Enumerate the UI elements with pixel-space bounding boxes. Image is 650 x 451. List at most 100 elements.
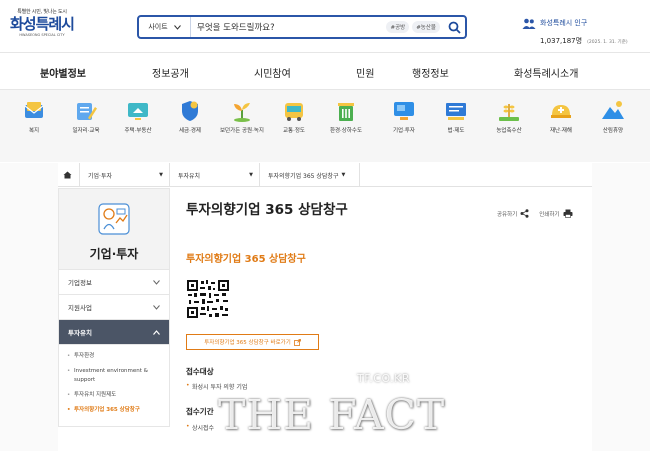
shield-icon	[182, 101, 198, 121]
section-title-period: 접수기간	[186, 407, 214, 416]
category-label: 일자리·교육	[72, 128, 100, 134]
sidebar-submenu: 투자환경 Investment environment & support 투자…	[59, 345, 169, 426]
business-icon	[98, 203, 130, 235]
share-button[interactable]: 공유하기	[497, 209, 529, 218]
category-agriculture[interactable]: 농업축수산	[483, 98, 535, 135]
category-label: 주택·부동산	[124, 128, 152, 134]
search-bar: 사이트 무엇을 도와드릴까요? #공방 #농산물	[137, 15, 467, 39]
link-button-label: 투자의향기업 365 상담창구 바로가기	[204, 340, 291, 346]
sidebar-item-investment[interactable]: 투자유치	[59, 320, 169, 345]
category-label: 교통·정도	[283, 128, 305, 134]
nav-info-disclosure[interactable]: 정보공개	[152, 65, 189, 80]
submenu-item-active[interactable]: 투자의향기업 365 상담창구	[67, 405, 161, 416]
category-tax[interactable]: 세금·경제	[164, 98, 216, 135]
sprout-icon	[234, 103, 250, 122]
submenu-item[interactable]: Investment environment & support	[67, 366, 161, 386]
chevron-up-icon	[153, 329, 160, 335]
home-button[interactable]	[58, 163, 80, 187]
nav-participation[interactable]: 시민참여	[254, 65, 291, 80]
search-scope-select[interactable]: 사이트	[139, 17, 191, 37]
right-margin	[592, 163, 650, 451]
printer-icon	[563, 209, 572, 218]
category-parks[interactable]: 보던가든 공원·녹지	[216, 98, 268, 135]
breadcrumb-level-2[interactable]: 투자유치 ▼	[170, 163, 260, 187]
category-business[interactable]: 기업·투자	[378, 98, 430, 135]
category-welfare[interactable]: 복지	[8, 98, 60, 135]
submenu-item[interactable]: 투자유치 지원제도	[67, 390, 161, 401]
page-tools: 공유하기 인쇄하기	[497, 209, 573, 218]
city-logo[interactable]: 특별한 시민, 빛나는 도시 화성특례시 HWASEONG SPECIAL CI…	[6, 8, 78, 44]
population-date: (2025. 1. 31. 기준)	[587, 40, 628, 45]
search-input[interactable]: 무엇을 도와드릴까요?	[191, 21, 386, 33]
left-margin	[0, 163, 58, 451]
mountain-icon	[602, 101, 624, 119]
watermark-domain: TF.CO.KR	[357, 372, 411, 385]
helmet-icon	[551, 105, 571, 118]
category-label: 산림휴양	[602, 128, 624, 134]
sidebar: 기업·투자 기업정보 지원사업 투자유치 투자환경 Investment env…	[58, 188, 170, 451]
category-label: 법·제도	[447, 128, 465, 134]
category-label: 세금·경제	[179, 128, 201, 134]
home-icon	[63, 171, 72, 179]
nav-administration[interactable]: 행정정보	[412, 65, 449, 80]
section-item-period: 상시접수	[186, 423, 214, 432]
consultation-link-button[interactable]: 투자의향기업 365 상담창구 바로가기	[186, 334, 319, 350]
nav-city-intro[interactable]: 화성특례시소개	[514, 65, 578, 80]
sidebar-item-company-info[interactable]: 기업정보	[59, 270, 169, 295]
external-link-icon	[293, 338, 301, 346]
search-icon	[448, 21, 461, 34]
watermark-logo: THE FACT	[218, 391, 446, 439]
category-band: 복지 일자리·교육 주택·부동산 세금·경제 보던가든 공원·녹지 교통·정도 …	[0, 90, 650, 162]
population-label: 화성특례시 인구	[540, 19, 588, 27]
main-nav: 분야별정보 정보공개 시민참여 민원 행정정보 화성특례시소개	[0, 52, 650, 90]
page: 특별한 시민, 빛나는 도시 화성특례시 HWASEONG SPECIAL CI…	[0, 0, 650, 451]
search-chip[interactable]: #공방	[386, 21, 410, 33]
monitor-icon	[128, 103, 148, 120]
print-button[interactable]: 인쇄하기	[539, 209, 572, 218]
header: 특별한 시민, 빛나는 도시 화성특례시 HWASEONG SPECIAL CI…	[0, 0, 650, 52]
category-environment[interactable]: 환경·상하수도	[320, 98, 372, 135]
chevron-down-icon	[153, 279, 160, 285]
category-forest[interactable]: 산림휴양	[587, 98, 639, 135]
category-label: 기업·투자	[393, 128, 415, 134]
board-icon	[446, 103, 466, 120]
category-disaster[interactable]: 재난·재해	[535, 98, 587, 135]
category-jobs[interactable]: 일자리·교육	[60, 98, 112, 135]
breadcrumb-label: 기업·투자	[88, 172, 112, 180]
display-icon	[394, 102, 414, 120]
sidebar-title: 기업·투자	[89, 247, 139, 261]
logo-tagline: 특별한 시민, 빛나는 도시	[17, 9, 67, 15]
sidebar-item-label: 투자유치	[68, 329, 92, 337]
category-label: 환경·상하수도	[329, 128, 363, 134]
logo-name: 화성특례시	[9, 15, 75, 33]
caret-down-icon: ▼	[249, 172, 253, 178]
population-value: 1,037,187명	[540, 37, 583, 45]
trash-icon	[338, 103, 354, 121]
category-label: 재난·재해	[550, 128, 572, 134]
print-label: 인쇄하기	[539, 211, 560, 218]
breadcrumb: 기업·투자 ▼ 투자유치 ▼ 투자의향기업 365 상담창구 ▼	[58, 163, 592, 187]
wheat-icon	[499, 104, 519, 121]
nav-field-info[interactable]: 분야별정보	[40, 65, 86, 80]
population-info: 화성특례시 인구 1,037,187명 (2025. 1. 31. 기준)	[522, 18, 628, 47]
submenu-item[interactable]: 투자환경	[67, 351, 161, 362]
share-icon	[520, 209, 529, 218]
category-transport[interactable]: 교통·정도	[268, 98, 320, 135]
sidebar-item-support[interactable]: 지원사업	[59, 295, 169, 320]
category-law[interactable]: 법·제도	[430, 98, 482, 135]
qr-code[interactable]	[186, 279, 230, 319]
nav-civil-service[interactable]: 민원	[356, 65, 374, 80]
sidebar-menu: 기업정보 지원사업 투자유치 투자환경 Investment environme…	[58, 270, 170, 427]
caret-down-icon: ▼	[341, 172, 346, 178]
category-label: 보던가든 공원·녹지	[220, 128, 264, 134]
pencil-icon	[77, 103, 97, 120]
breadcrumb-level-1[interactable]: 기업·투자 ▼	[80, 163, 170, 187]
sidebar-header: 기업·투자	[58, 188, 170, 270]
bus-icon	[285, 103, 303, 121]
search-button[interactable]	[443, 21, 465, 34]
section-title-target: 접수대상	[186, 367, 214, 376]
breadcrumb-level-3[interactable]: 투자의향기업 365 상담창구 ▼	[260, 163, 360, 187]
category-housing[interactable]: 주택·부동산	[112, 98, 164, 135]
search-chip[interactable]: #농산물	[412, 21, 440, 33]
chevron-down-icon	[173, 24, 181, 30]
